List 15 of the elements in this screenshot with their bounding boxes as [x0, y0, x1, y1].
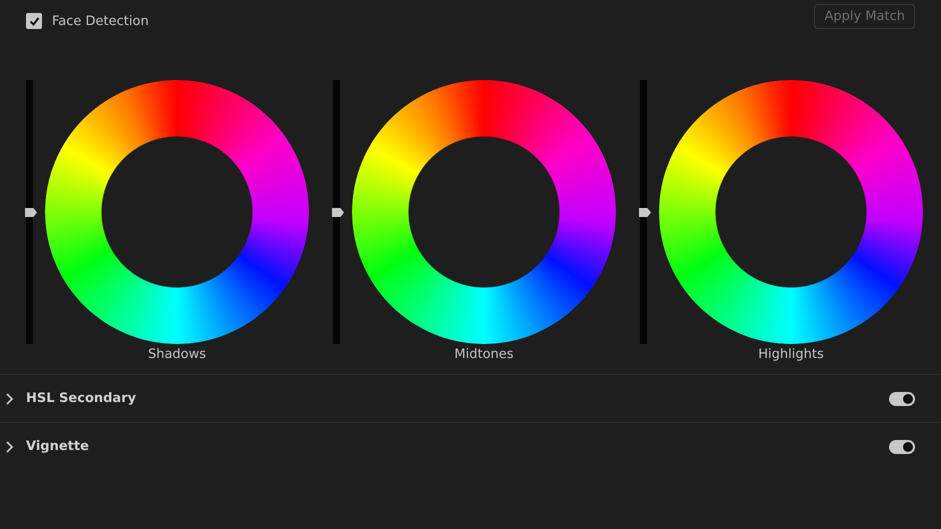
check-icon: [28, 16, 40, 26]
face-detection-checkbox[interactable]: [26, 13, 42, 29]
slider-thumb[interactable]: [332, 208, 344, 217]
section-title[interactable]: Vignette: [26, 439, 889, 454]
chevron-icon[interactable]: [4, 392, 14, 404]
toggle-switch[interactable]: [889, 440, 915, 454]
wheel-label: Shadows: [146, 347, 208, 362]
slider-thumb[interactable]: [25, 208, 37, 217]
checkbox-label: Face Detection: [52, 14, 149, 28]
toggle-switch[interactable]: [889, 392, 915, 406]
wheel-label: Highlights: [757, 347, 825, 362]
wheel-label: Midtones: [453, 347, 515, 362]
section-title[interactable]: HSL Secondary: [26, 391, 889, 406]
chevron-icon[interactable]: [4, 440, 14, 452]
slider-thumb[interactable]: [639, 208, 651, 217]
